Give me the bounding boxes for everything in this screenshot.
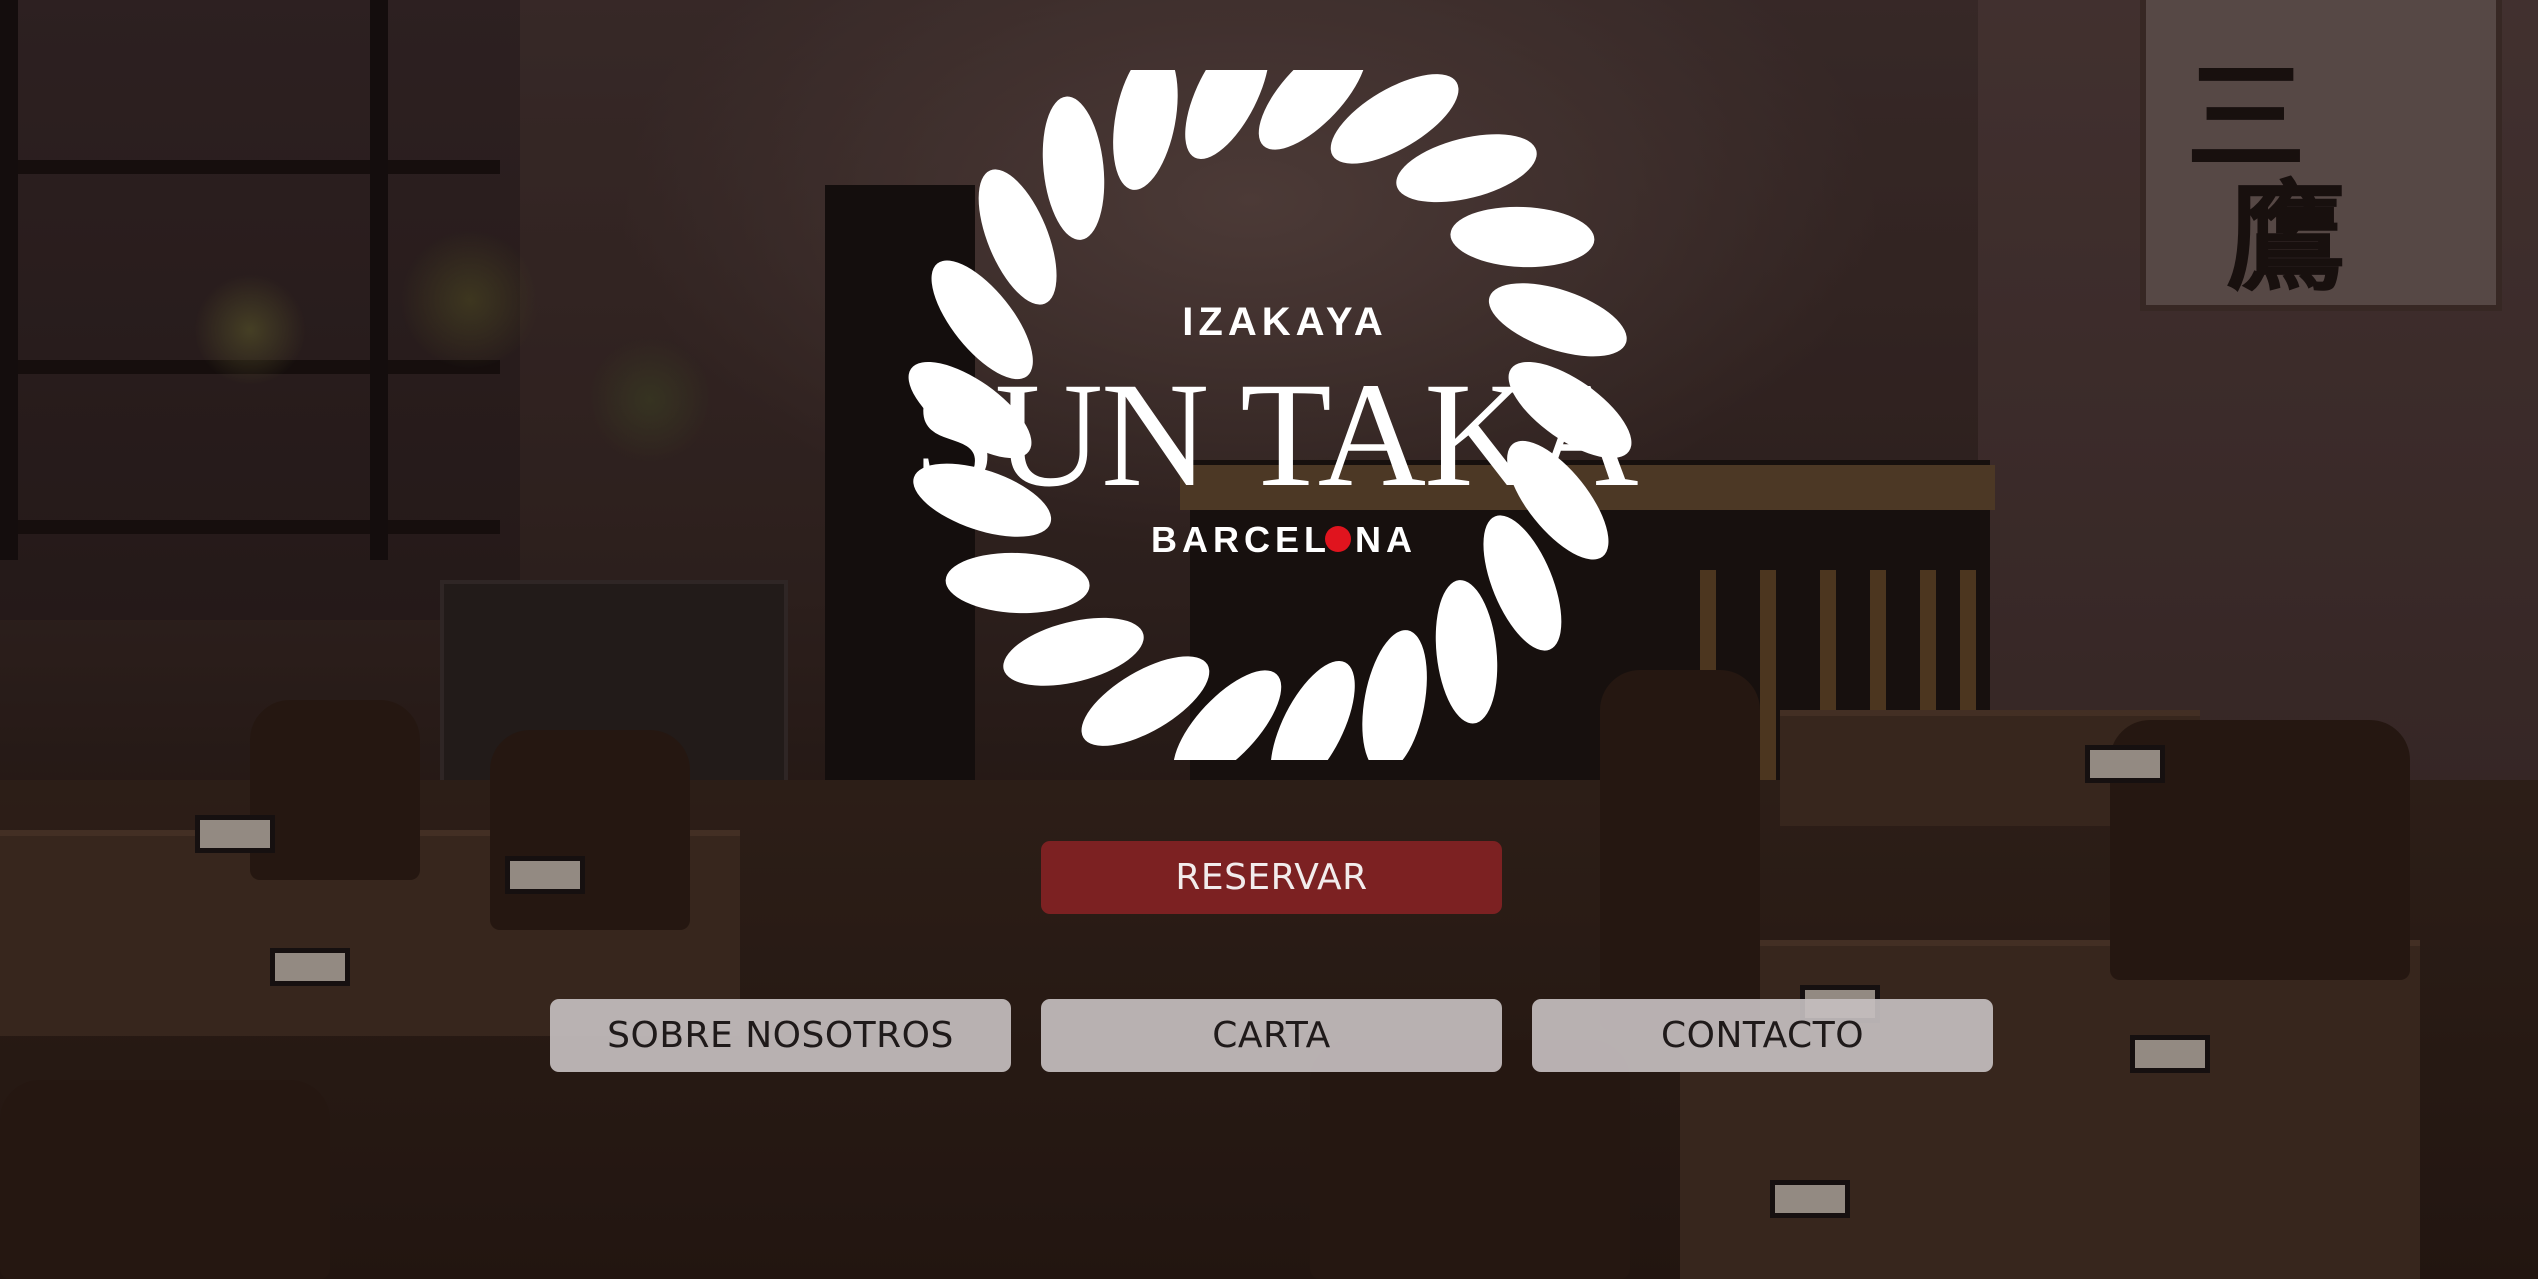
reserve-button-label: RESERVAR [1175, 857, 1368, 898]
rope-strand [945, 552, 1090, 614]
contact-button[interactable]: CONTACTO [1532, 999, 1993, 1072]
contact-button-label: CONTACTO [1660, 1015, 1865, 1056]
logo-izakaya-text: IZAKAYA [1182, 300, 1387, 344]
logo-city: BARCEL NA [1151, 519, 1417, 560]
menu-button[interactable]: CARTA [1041, 999, 1502, 1072]
logo-name-text: SUN TAKA [913, 352, 1638, 518]
rope-strand [1435, 580, 1498, 724]
rope-strand [1450, 206, 1595, 268]
brand-logo: IZAKAYA SUN TAKA BARCEL NA [860, 27, 1690, 793]
rope-strand [1113, 47, 1178, 190]
rope-strand [1042, 96, 1105, 240]
rope-strand [1362, 630, 1427, 773]
landing-page: 三 鷹 IZAKAYA SUN TAKA BARCEL NA RESERVAR … [0, 0, 2538, 1279]
logo-city-text-part2: NA [1355, 519, 1417, 560]
reserve-button[interactable]: RESERVAR [1041, 841, 1502, 914]
red-sun-icon [1325, 526, 1351, 552]
logo-city-text-part1: BARCEL [1151, 519, 1331, 560]
about-button[interactable]: SOBRE NOSOTROS [550, 999, 1011, 1072]
menu-button-label: CARTA [1212, 1015, 1331, 1056]
about-button-label: SOBRE NOSOTROS [607, 1015, 954, 1056]
rope-logo-graphic: IZAKAYA SUN TAKA BARCEL NA [908, 27, 1640, 793]
